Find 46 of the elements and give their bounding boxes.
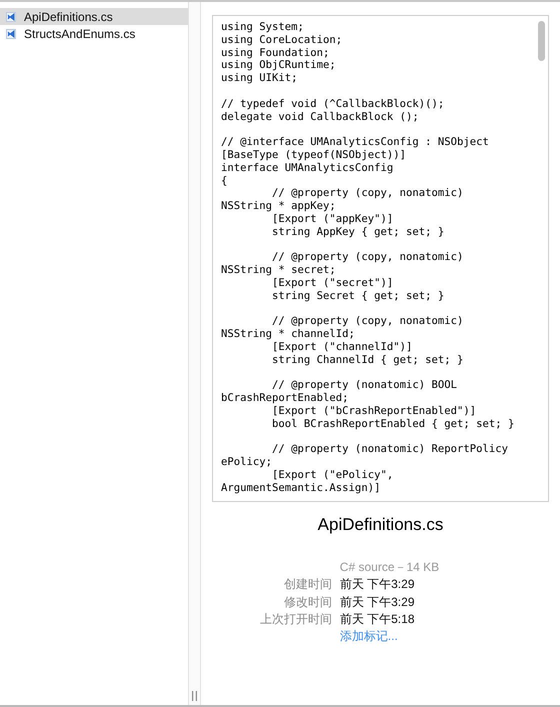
code-line: using UIKit;: [221, 72, 298, 85]
code-line: [Export ("ePolicy",: [271, 468, 394, 482]
code-line: NSString * secret;: [221, 264, 336, 277]
info-label: 上次打开时间: [260, 610, 332, 628]
code-line: // @interface UMAnalyticsConfig : NSObject: [221, 136, 489, 149]
info-label: 创建时间: [282, 576, 332, 593]
code-line: // @property (nonatomic) ReportPolicy: [271, 443, 508, 456]
code-line: ArgumentSemantic.Assign)]: [221, 482, 380, 494]
code-line: ePolicy;: [221, 456, 272, 469]
info-value: 前天 下午3:29: [340, 576, 416, 593]
code-line: using CoreLocation;: [221, 34, 342, 47]
code-line: [BaseType (typeof(NSObject))]: [221, 148, 406, 162]
code-line: string Secret { get; set; }: [271, 290, 444, 303]
code-line: bCrashReportEnabled;: [221, 392, 349, 405]
info-label: 修改时间: [282, 594, 332, 610]
info-value: 前天 下午3:29: [340, 594, 416, 610]
code-line: // @property (copy, nonatomic): [271, 251, 464, 264]
file-name: ApiDefinitions.cs: [318, 515, 444, 535]
code-line: using System;: [221, 21, 304, 34]
info-value: 前天 下午5:18: [340, 610, 416, 628]
code-line: // @property (copy, nonatomic): [271, 315, 464, 328]
code-line: [Export ("appKey")]: [271, 212, 394, 226]
code-line: [Export ("secret")]: [271, 276, 394, 290]
code-line: [Export ("channelId")]: [271, 340, 412, 354]
code-line: // @property (nonatomic) BOOL: [271, 379, 457, 392]
code-line: string AppKey { get; set; }: [271, 226, 444, 239]
code-line: bool BCrashReportEnabled { get; set; }: [271, 418, 514, 430]
file-list-item[interactable]: StructsAndEnums.cs: [0, 25, 188, 42]
code-line: using Foundation;: [221, 46, 330, 60]
file-list-item[interactable]: ApiDefinitions.cs: [0, 8, 188, 25]
grip-icon: [192, 691, 197, 701]
file-icon: [6, 28, 16, 38]
code-line: NSString * appKey;: [221, 200, 336, 213]
split-handle[interactable]: [188, 2, 201, 705]
scrollbar-thumb[interactable]: [538, 21, 545, 61]
code-line: using ObjCRuntime;: [221, 59, 336, 72]
code-line: delegate void CallbackBlock ();: [221, 110, 419, 124]
code-line: // typedef void (^CallbackBlock)();: [221, 98, 444, 111]
code-line: interface UMAnalyticsConfig: [221, 162, 394, 175]
code-line: NSString * channelId;: [221, 328, 355, 341]
code-line: string ChannelId { get; set; }: [271, 354, 464, 367]
file-icon: [6, 12, 16, 22]
file-kind-size: C# source－14 KB: [340, 559, 440, 576]
code-line: [Export ("bCrashReportEnabled")]: [271, 404, 476, 418]
code-line: // @property (copy, nonatomic): [271, 187, 464, 200]
code-line: {: [221, 174, 228, 188]
